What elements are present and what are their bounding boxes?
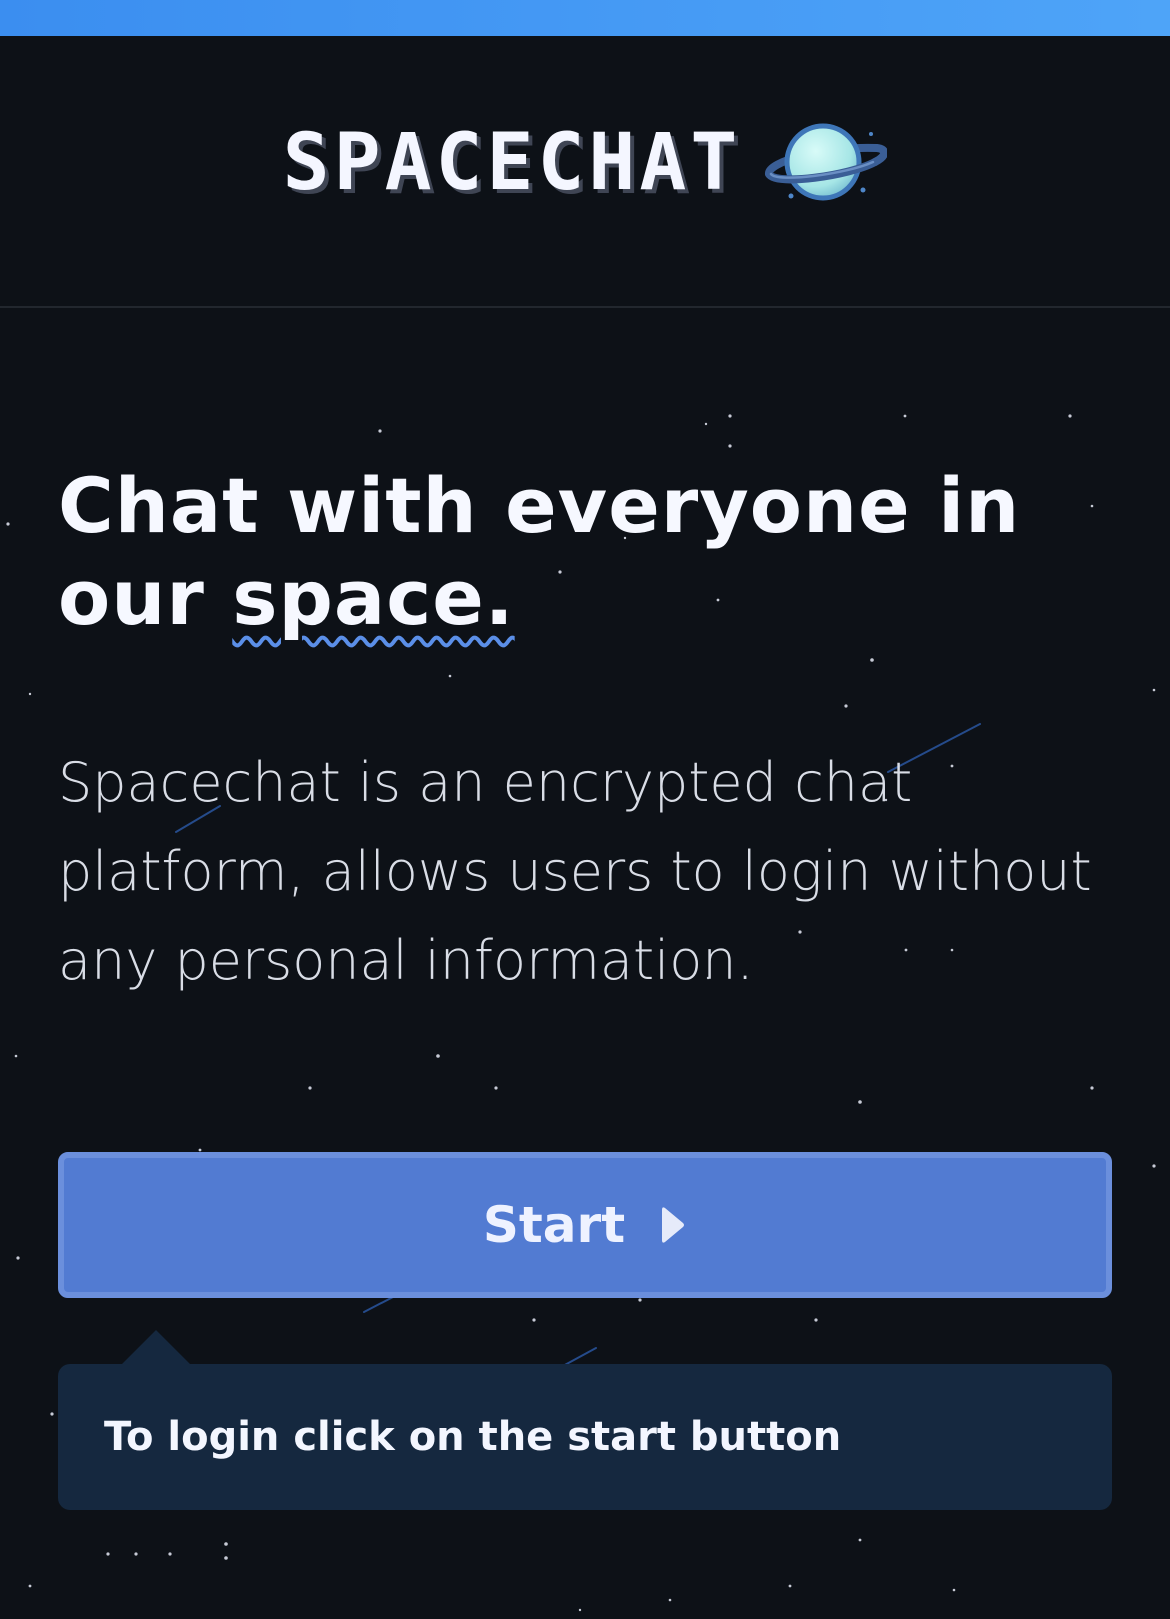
play-icon bbox=[662, 1207, 685, 1243]
tooltip-text: To login click on the start button bbox=[104, 1414, 842, 1460]
headline-text: Chat with everyone in our bbox=[58, 461, 1021, 642]
description-text: Spacechat is an encrypted chat platform,… bbox=[58, 751, 1092, 992]
top-accent-bar bbox=[0, 0, 1170, 36]
landing-page: SPACECHAT Chat with everyone in our spac… bbox=[0, 0, 1170, 1619]
start-button[interactable]: Start bbox=[58, 1152, 1112, 1298]
brand-logo[interactable]: SPACECHAT bbox=[283, 118, 888, 208]
brand-name: SPACECHAT bbox=[282, 118, 742, 208]
login-hint-tooltip: To login click on the start button bbox=[58, 1364, 1112, 1510]
site-header: SPACECHAT bbox=[0, 36, 1170, 308]
tooltip-pointer bbox=[120, 1330, 192, 1366]
start-button-label: Start bbox=[482, 1196, 626, 1254]
headline-highlight: space. bbox=[232, 553, 515, 642]
hero-section: Chat with everyone in our space. bbox=[58, 460, 1108, 644]
planet-icon bbox=[765, 123, 888, 201]
headline: Chat with everyone in our space. bbox=[58, 460, 1108, 644]
